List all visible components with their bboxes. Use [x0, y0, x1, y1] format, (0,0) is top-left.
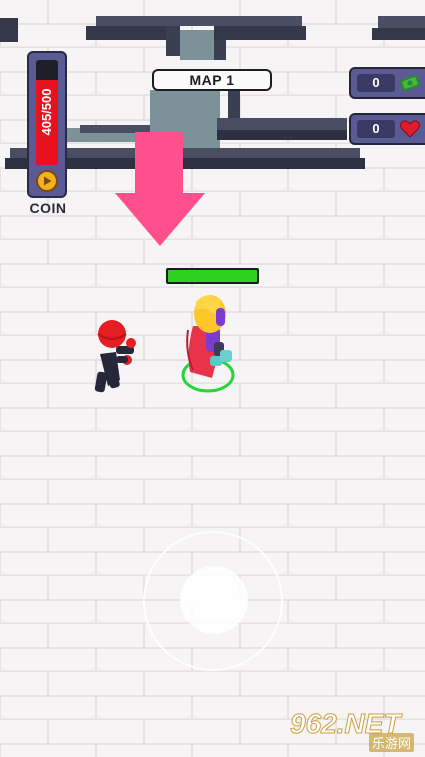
player-health-bar [166, 268, 259, 284]
coin-caption: COIN [29, 200, 67, 216]
coin-play-button[interactable] [36, 170, 58, 192]
watermark-logo: 962.NET 乐游网 [290, 708, 418, 752]
play-icon [44, 176, 52, 186]
heart-icon [400, 120, 420, 138]
coin-progress-text: 405/500 [39, 88, 54, 136]
map-label: MAP 1 [152, 69, 272, 91]
joystick-knob[interactable] [180, 566, 248, 634]
game-screen: MAP 1 405/500 COIN 0 0 962.NET 乐游网 [0, 0, 425, 757]
coin-panel: 405/500 [27, 51, 67, 198]
cash-counter: 0 [349, 67, 425, 99]
cash-count: 0 [357, 74, 395, 92]
heart-counter: 0 [349, 113, 425, 145]
heart-count: 0 [357, 120, 395, 138]
coin-progress-bar: 405/500 [36, 60, 58, 165]
watermark-subtitle: 乐游网 [368, 733, 414, 752]
money-icon [400, 74, 420, 92]
